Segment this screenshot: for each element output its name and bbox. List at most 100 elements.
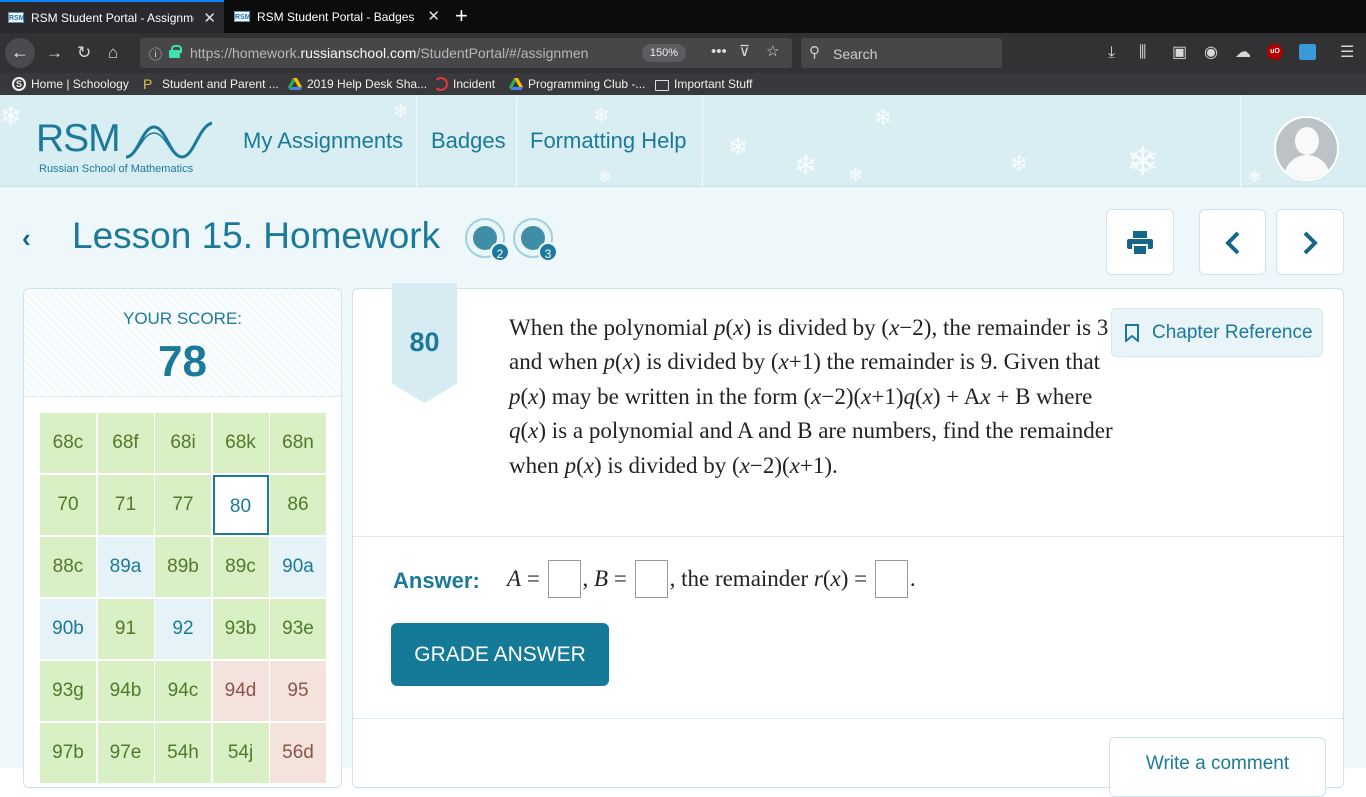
- library-icon[interactable]: ⫼: [1139, 43, 1146, 63]
- problem-cell[interactable]: 56d: [270, 723, 326, 783]
- problem-cell[interactable]: 54h: [155, 723, 211, 783]
- problem-cell[interactable]: 89b: [155, 537, 211, 597]
- problem-cell[interactable]: 77: [155, 475, 211, 535]
- back-arrow-icon[interactable]: ←: [5, 38, 35, 68]
- pocket-icon[interactable]: ⊽: [739, 43, 750, 61]
- reload-icon[interactable]: ↻: [77, 43, 91, 63]
- close-tab-icon[interactable]: ✕: [203, 11, 216, 26]
- problem-cell[interactable]: 89c: [212, 537, 269, 597]
- folder-icon: [655, 79, 669, 91]
- chevron-left-icon[interactable]: ‹: [22, 225, 31, 251]
- print-button[interactable]: [1106, 209, 1174, 275]
- bookmark-item[interactable]: S Home | Schoology: [12, 76, 129, 92]
- logo-text: RSM: [36, 117, 121, 160]
- bookmark-item[interactable]: 2019 Help Desk Sha...: [288, 76, 427, 92]
- grade-answer-button[interactable]: GRADE ANSWER: [391, 623, 609, 686]
- problem-cell[interactable]: 70: [40, 475, 96, 535]
- nav-my-assignments[interactable]: My Assignments: [243, 95, 403, 187]
- bookmark-item[interactable]: P Student and Parent ...: [143, 76, 279, 92]
- rsm-logo[interactable]: RSM Russian School of Mathematics: [36, 111, 226, 181]
- problem-cell[interactable]: 93e: [270, 599, 326, 659]
- avatar[interactable]: [1274, 116, 1339, 181]
- extension-mask-icon[interactable]: ☁: [1235, 43, 1251, 63]
- problem-cell[interactable]: 88c: [40, 537, 96, 597]
- close-tab-icon[interactable]: ✕: [427, 9, 440, 24]
- menu-icon[interactable]: ☰: [1340, 43, 1354, 63]
- forward-arrow-icon[interactable]: →: [46, 43, 63, 63]
- problem-cell[interactable]: 68i: [155, 413, 211, 473]
- problem-cell[interactable]: 97b: [40, 723, 96, 783]
- problem-cell[interactable]: 90b: [40, 599, 96, 659]
- snowflake-icon: ❄: [1248, 169, 1262, 186]
- search-input[interactable]: ⚲ Search: [801, 38, 1002, 68]
- new-tab-icon[interactable]: +: [455, 5, 468, 27]
- score-value: 78: [158, 337, 207, 386]
- search-placeholder: Search: [833, 46, 878, 62]
- avatar-head: [1295, 127, 1319, 155]
- previous-problem-button[interactable]: [1199, 209, 1266, 275]
- next-problem-button[interactable]: [1276, 209, 1344, 275]
- bookmark-item[interactable]: Important Stuff: [655, 76, 753, 92]
- problem-cell[interactable]: 68n: [270, 413, 326, 473]
- tab-badges[interactable]: RSM RSM Student Portal - Badges ✕: [226, 0, 448, 33]
- nav-divider: [416, 95, 417, 187]
- home-icon[interactable]: ⌂: [108, 43, 118, 63]
- problem-cell[interactable]: 94b: [97, 661, 154, 721]
- answer-a-input[interactable]: [547, 560, 581, 598]
- problem-cell[interactable]: 92: [155, 599, 211, 659]
- problem-cell[interactable]: 89a: [97, 537, 154, 597]
- problem-cell[interactable]: 86: [270, 475, 326, 535]
- problem-cell[interactable]: 68f: [97, 413, 154, 473]
- zoom-level[interactable]: 150%: [642, 44, 686, 62]
- avatar-body: [1284, 155, 1330, 179]
- snowflake-icon: ❄: [0, 101, 22, 131]
- account-icon[interactable]: ◉: [1204, 43, 1218, 63]
- problem-cell[interactable]: 93b: [212, 599, 269, 659]
- divider: [353, 536, 1343, 537]
- problem-cell[interactable]: 68k: [212, 413, 269, 473]
- snowflake-icon: ❄: [848, 165, 864, 185]
- url-bar[interactable]: ⓘ https://homework.russianschool.com/Stu…: [140, 38, 792, 68]
- browser-nav-bar: ← → ↻ ⌂ ⓘ https://homework.russianschool…: [0, 33, 1366, 73]
- bookmark-item[interactable]: Programming Club -...: [509, 76, 645, 92]
- problem-cell[interactable]: 97e: [97, 723, 154, 783]
- nav-badges[interactable]: Badges: [431, 95, 506, 187]
- ublock-icon[interactable]: uO: [1267, 44, 1283, 60]
- browser-tab-bar: RSM RSM Student Portal - Assignme ✕ RSM …: [0, 0, 1366, 33]
- chapter-reference-button[interactable]: Chapter Reference: [1111, 308, 1323, 357]
- nav-formatting-help[interactable]: Formatting Help: [530, 95, 687, 187]
- answer-remainder-label: , the remainder r(x) =: [669, 566, 873, 591]
- page-actions-icon[interactable]: •••: [711, 43, 727, 61]
- problem-cell[interactable]: 94d: [212, 661, 269, 721]
- problem-cell[interactable]: 68c: [40, 413, 96, 473]
- problem-cell[interactable]: 71: [97, 475, 154, 535]
- problem-cell[interactable]: 91: [97, 599, 154, 659]
- lock-icon[interactable]: [169, 45, 182, 58]
- bookmarks-toolbar: S Home | Schoology P Student and Parent …: [0, 73, 1366, 95]
- answer-b-input[interactable]: [634, 560, 668, 598]
- problem-cell[interactable]: 54j: [212, 723, 269, 783]
- bookmark-star-icon[interactable]: ☆: [766, 43, 779, 61]
- tab-assignments[interactable]: RSM RSM Student Portal - Assignme ✕: [0, 0, 224, 33]
- nav-divider: [702, 95, 703, 187]
- answer-remainder-input[interactable]: [874, 560, 908, 598]
- extension-icon[interactable]: [1299, 44, 1316, 60]
- problem-cell[interactable]: 95: [270, 661, 326, 721]
- answer-b-label: , B =: [582, 566, 633, 591]
- write-comment-button[interactable]: Write a comment: [1109, 737, 1326, 797]
- problem-cell[interactable]: 90a: [270, 537, 326, 597]
- printer-icon: [1127, 231, 1153, 256]
- p-flag-icon: P: [143, 76, 153, 92]
- url-text[interactable]: https://homework.russianschool.com/Stude…: [190, 45, 630, 61]
- site-header: ❄ ❄ ❄ ❄ ❄ ❄ ❄ ❄ ❄ ❄ ❄ RSM Russian School…: [0, 95, 1366, 187]
- badge-count: 2: [490, 242, 510, 262]
- bookmark-item[interactable]: Incident: [434, 76, 495, 92]
- info-icon[interactable]: ⓘ: [149, 44, 162, 63]
- problem-cell[interactable]: 93g: [40, 661, 96, 721]
- problem-cell[interactable]: 94c: [155, 661, 211, 721]
- download-icon[interactable]: ⤓: [1108, 43, 1115, 63]
- problem-statement: When the polynomial p(x) is divided by (…: [509, 315, 1113, 478]
- answer-a-label: A =: [507, 566, 546, 591]
- problem-cell[interactable]: 80: [212, 475, 269, 535]
- sidebar-icon[interactable]: ▣: [1172, 43, 1187, 63]
